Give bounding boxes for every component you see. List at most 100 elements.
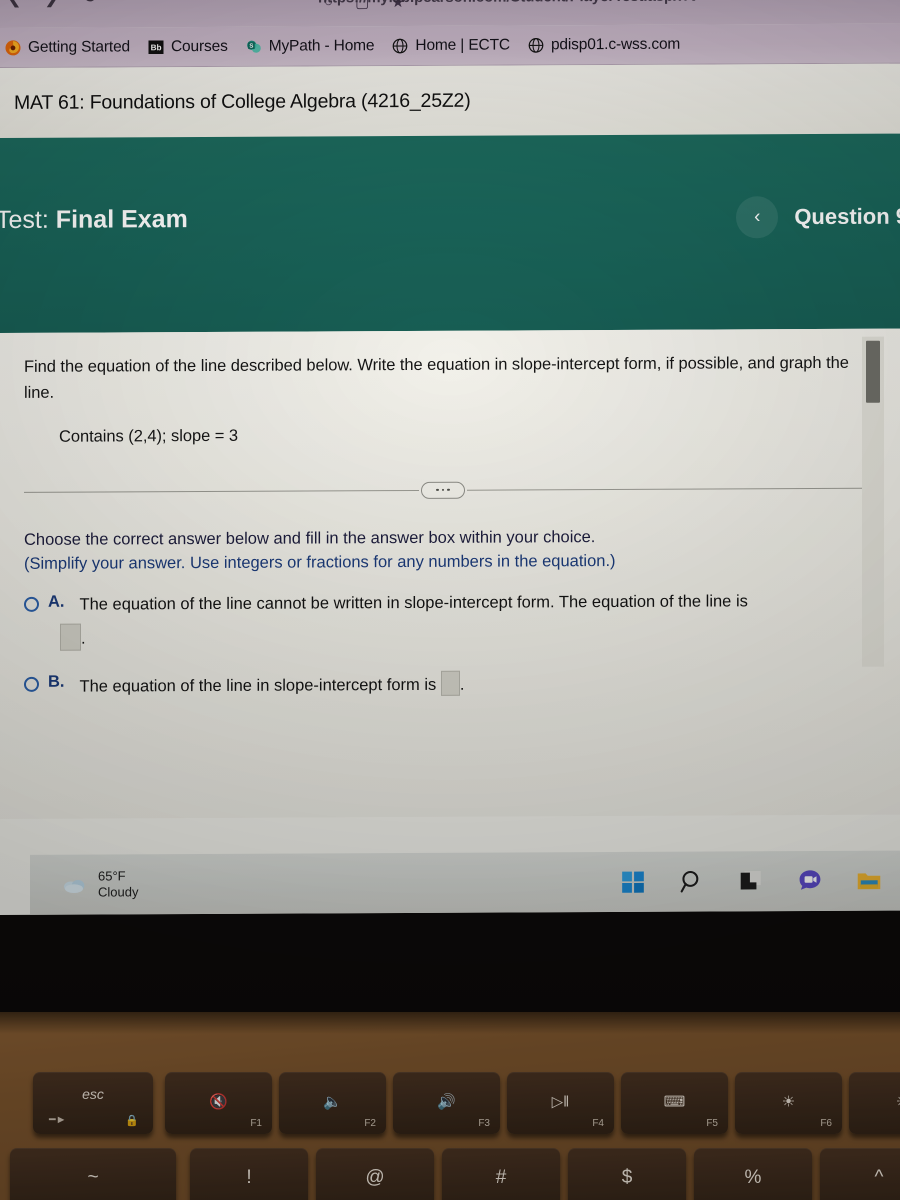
lock-icon: 🔒 (125, 1115, 139, 1127)
key-fn-label: F1 (250, 1118, 262, 1129)
question-number-label: Question 9 (794, 203, 900, 230)
teams-chat-icon[interactable] (797, 868, 823, 894)
choice-trailing-a: . (81, 629, 86, 648)
weather-text: 65°F Cloudy (98, 868, 138, 901)
bookmark-label: Home | ECTC (415, 36, 510, 54)
key-esc[interactable]: esc ━► 🔒 (33, 1072, 153, 1134)
key-fn-label: F3 (478, 1118, 490, 1129)
windows-taskbar: 65°F Cloudy (30, 850, 900, 915)
key-sub-glyph: ━► (49, 1114, 67, 1126)
choice-text-b: The equation of the line in slope-interc… (80, 671, 465, 700)
previous-question-button[interactable]: ‹ (736, 196, 779, 239)
dot-icon (441, 488, 445, 492)
answer-choice-b[interactable]: B. The equation of the line in slope-int… (24, 669, 862, 700)
bookmarks-bar: Getting Started Bb Courses S MyPath - Ho… (0, 23, 900, 68)
brightness-up-icon: ☀ (849, 1093, 900, 1111)
answer-input-b[interactable] (440, 671, 460, 697)
blackboard-icon: Bb (148, 39, 164, 54)
search-icon[interactable] (679, 869, 705, 895)
bookmark-home-ectc[interactable]: Home | ECTC (391, 36, 510, 55)
bookmark-courses[interactable]: Bb Courses (147, 37, 228, 55)
key-f1-mute[interactable]: 🔇 F1 (165, 1072, 272, 1134)
dot-icon (436, 488, 439, 492)
key-6-caret[interactable]: ^ (820, 1148, 900, 1200)
key-tilde[interactable]: ~ (10, 1148, 176, 1200)
question-given: Contains (2,4); slope = 3 (59, 426, 238, 446)
radio-choice-a[interactable] (24, 596, 39, 612)
key-2-at[interactable]: @ (316, 1148, 434, 1200)
reload-icon[interactable]: ↻ (82, 0, 98, 9)
radio-choice-b[interactable] (24, 677, 39, 693)
key-label: # (495, 1166, 507, 1188)
bookmark-label: MyPath - Home (268, 36, 375, 55)
key-5-percent[interactable]: % (694, 1148, 812, 1200)
choice-trailing-b: . (459, 676, 465, 695)
answer-input-a[interactable] (60, 623, 81, 651)
svg-text:Bb: Bb (151, 43, 162, 52)
key-label: @ (365, 1166, 385, 1188)
more-options-button[interactable] (421, 481, 465, 499)
choice-letter-b: B. (48, 673, 65, 692)
course-title-band: MAT 61: Foundations of College Algebra (… (0, 63, 900, 139)
key-label: esc (82, 1086, 104, 1102)
key-1-exclamation[interactable]: ! (190, 1148, 308, 1200)
answer-box-row-a: . (60, 620, 862, 652)
test-label: Test: (0, 205, 49, 235)
bookmark-label: Courses (171, 37, 228, 55)
choice-text-a: The equation of the line cannot be writt… (79, 592, 748, 614)
volume-mute-icon: 🔇 (209, 1093, 228, 1111)
key-label: ! (246, 1166, 252, 1188)
globe-icon (393, 38, 408, 53)
task-view-icon[interactable] (738, 868, 764, 894)
laptop-screen: ❮ ❯ ↻ ○ ▢ ★ https://mylab.pearson.com/St… (0, 0, 900, 915)
section-divider (24, 477, 862, 503)
keyboard-backlight-icon: ⌨ (663, 1093, 686, 1111)
key-f3-volume-up[interactable]: 🔊 F3 (393, 1072, 500, 1134)
dot-icon (447, 488, 450, 492)
exam-header: Test: Final Exam ‹ Question 9 (0, 133, 900, 333)
back-icon[interactable]: ❮ (6, 0, 22, 9)
play-pause-icon: ▷‖ (551, 1093, 570, 1111)
volume-up-icon: 🔊 (437, 1093, 456, 1111)
url-text[interactable]: https://mylab.pearson.com/Student/Player… (318, 0, 695, 6)
svg-text:S: S (249, 43, 253, 49)
sharepoint-icon: S (246, 40, 261, 53)
browser-nav-icons[interactable]: ❮ ❯ ↻ (6, 0, 98, 9)
key-label: ^ (874, 1166, 884, 1188)
key-f4-play-pause[interactable]: ▷‖ F4 (507, 1072, 614, 1134)
scrollbar-thumb[interactable] (866, 340, 880, 403)
file-explorer-icon[interactable] (856, 868, 882, 894)
key-4-dollar[interactable]: $ (568, 1148, 686, 1200)
taskbar-tray (620, 868, 882, 895)
test-title: Test: Final Exam (0, 205, 188, 235)
answer-choice-a[interactable]: A. The equation of the line cannot be wr… (24, 589, 862, 618)
key-f2-volume-down[interactable]: 🔈 F2 (279, 1072, 386, 1134)
laptop-photo: ❮ ❯ ↻ ○ ▢ ★ https://mylab.pearson.com/St… (0, 0, 900, 1200)
page-title: MAT 61: Foundations of College Algebra (… (14, 89, 471, 114)
bookmark-mypath[interactable]: S MyPath - Home (245, 36, 375, 56)
brightness-down-icon: ☀ (781, 1093, 796, 1111)
content-scrollbar[interactable] (862, 336, 884, 667)
key-f5-keyboard-backlight[interactable]: ⌨ F5 (621, 1072, 728, 1134)
test-name: Final Exam (55, 205, 188, 234)
deck-shadow (0, 1012, 900, 1034)
key-fn-label: F4 (592, 1118, 604, 1129)
key-f7-brightness-up[interactable]: ☀ (849, 1072, 900, 1134)
key-fn-label: F2 (364, 1118, 376, 1129)
key-3-hash[interactable]: # (442, 1148, 560, 1200)
weather-temperature: 65°F (98, 868, 126, 884)
bookmark-label: Getting Started (28, 37, 131, 56)
choice-letter-a: A. (48, 592, 65, 611)
question-content: Find the equation of the line described … (0, 328, 900, 819)
divider-line-right (467, 487, 862, 491)
divider-line-left (24, 489, 419, 493)
forward-icon[interactable]: ❯ (44, 0, 60, 9)
windows-start-icon[interactable] (620, 869, 646, 895)
question-prompt: Find the equation of the line described … (24, 353, 849, 402)
bookmark-pdisp01[interactable]: pdisp01.c-wss.com (527, 35, 680, 54)
key-f6-brightness-down[interactable]: ☀ F6 (735, 1072, 842, 1134)
key-label: $ (621, 1166, 633, 1188)
bookmark-getting-started[interactable]: Getting Started (4, 38, 130, 57)
volume-down-icon: 🔈 (323, 1093, 342, 1111)
weather-widget[interactable]: 65°F Cloudy (62, 868, 138, 901)
